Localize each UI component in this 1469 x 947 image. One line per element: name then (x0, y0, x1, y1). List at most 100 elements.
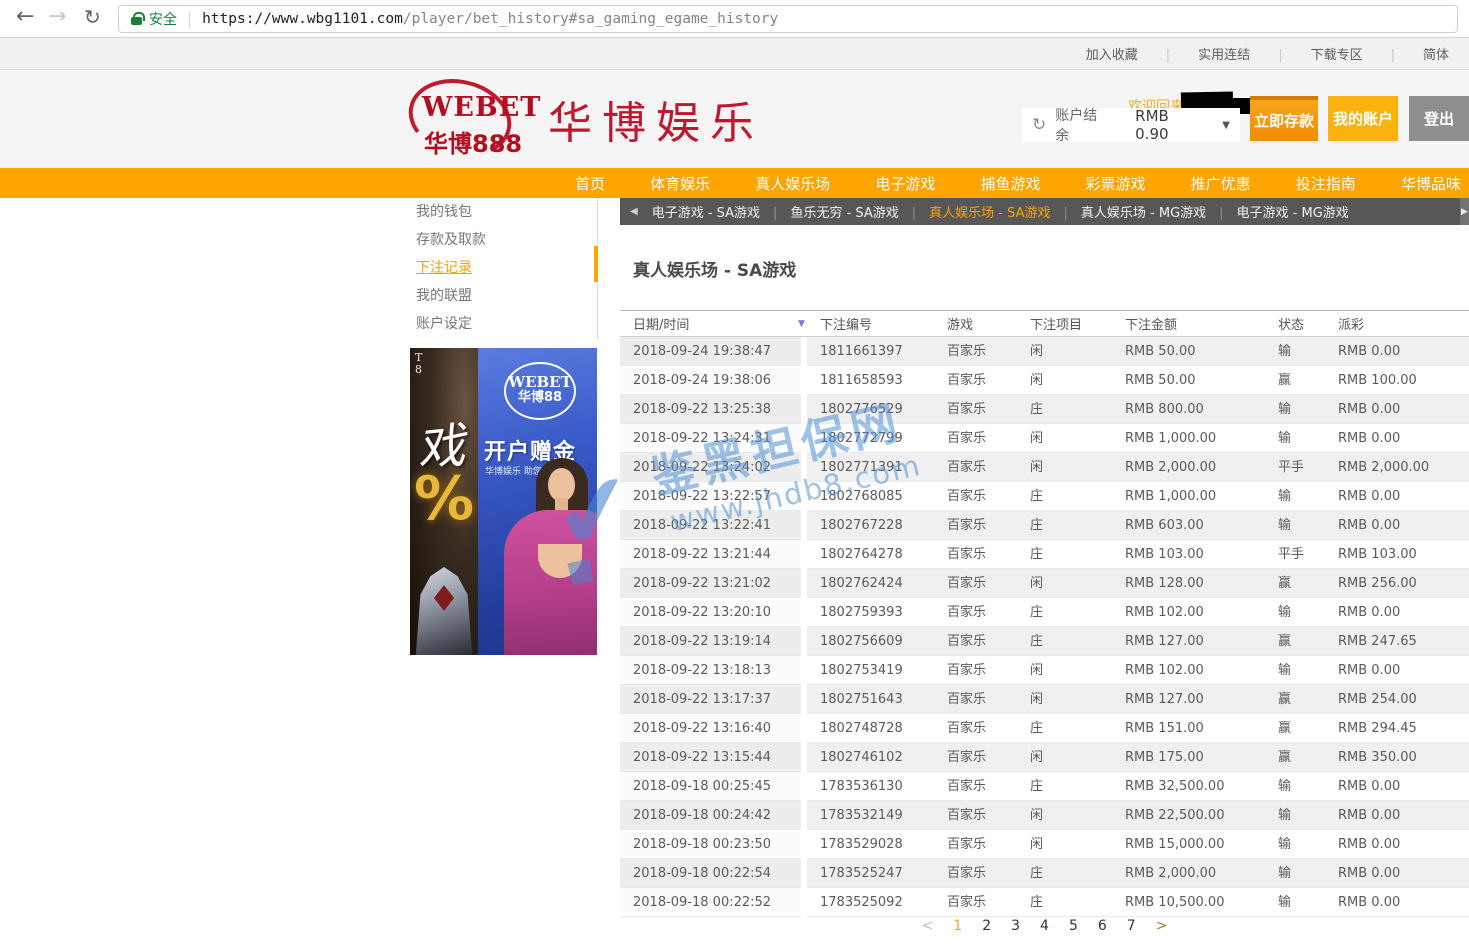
cell-bet-id: 1802771391 (807, 453, 934, 482)
game-tab[interactable]: 鱼乐无穷 - SA游戏 (790, 202, 929, 221)
banner-slide-dark[interactable]: T8 戏 % (410, 348, 478, 655)
cell-datetime: 2018-09-24 19:38:06 (620, 366, 807, 395)
cell-game: 百家乐 (934, 366, 1017, 395)
back-icon[interactable]: ← (16, 4, 34, 29)
table-row: 2018-09-24 19:38:47 1811661397 百家乐 闲 RMB… (620, 337, 1469, 366)
column-header[interactable]: 游戏 (934, 314, 1017, 333)
cell-bet-amount: RMB 128.00 (1112, 569, 1265, 598)
cell-bet-amount: RMB 15,000.00 (1112, 830, 1265, 859)
cell-game: 百家乐 (934, 627, 1017, 656)
utility-link[interactable]: 简体 (1409, 44, 1463, 63)
main-nav-item[interactable]: 推广优惠 (1191, 173, 1251, 194)
cell-bet-item: 闲 (1017, 337, 1112, 366)
main-nav-item[interactable]: 首页 (575, 173, 605, 194)
logout-button[interactable]: 登出 (1409, 96, 1469, 141)
cell-game: 百家乐 (934, 714, 1017, 743)
cell-game: 百家乐 (934, 888, 1017, 917)
site-header: WEBET 华博888 华博娱乐 欢迎回来 ↻ 账户结余 RMB 0.90 ▼ … (0, 70, 1469, 168)
sidebar-item[interactable]: 我的联盟 (416, 285, 472, 305)
game-tab[interactable]: 电子游戏 - SA游戏 (652, 202, 791, 221)
pagination-page[interactable]: 7 (1127, 918, 1136, 934)
cell-datetime: 2018-09-22 13:15:44 (620, 743, 807, 772)
table-row: 2018-09-22 13:22:57 1802768085 百家乐 庄 RMB… (620, 482, 1469, 511)
tab-scroll-left-icon[interactable]: ◀ (630, 206, 638, 217)
main-nav-item[interactable]: 华博品味 (1401, 173, 1461, 194)
address-bar[interactable]: 安全 | https://www.wbg1101.com/player/bet_… (118, 5, 1458, 33)
column-header[interactable]: 下注项目 (1017, 314, 1112, 333)
page-url[interactable]: https://www.wbg1101.com/player/bet_histo… (202, 11, 778, 27)
balance-dropdown[interactable]: ↻ 账户结余 RMB 0.90 ▼ (1022, 108, 1240, 142)
site-logo[interactable]: WEBET 华博888 华博娱乐 (408, 80, 764, 158)
sidebar-active-indicator (594, 246, 598, 282)
pagination-page[interactable]: 1 (953, 918, 962, 934)
column-header[interactable]: 状态 (1265, 314, 1325, 333)
table-row: 2018-09-22 13:22:41 1802767228 百家乐 庄 RMB… (620, 511, 1469, 540)
cell-payout: RMB 0.00 (1325, 656, 1469, 685)
table-row: 2018-09-22 13:24:02 1802771391 百家乐 闲 RMB… (620, 453, 1469, 482)
cell-datetime: 2018-09-22 13:19:14 (620, 627, 807, 656)
main-nav-item[interactable]: 电子游戏 (875, 173, 935, 194)
game-tab[interactable]: 真人娱乐场 - MG游戏 (1081, 202, 1237, 221)
game-tab[interactable]: 真人娱乐场 - SA游戏 (929, 202, 1081, 221)
cell-payout: RMB 350.00 (1325, 743, 1469, 772)
cell-bet-amount: RMB 127.00 (1112, 685, 1265, 714)
game-tab[interactable]: 电子游戏 - MG游戏 (1237, 202, 1349, 221)
column-header[interactable]: 下注金额 (1112, 314, 1265, 333)
cell-datetime: 2018-09-18 00:24:42 (620, 801, 807, 830)
column-header[interactable]: 下注编号 (807, 314, 934, 333)
main-nav-item[interactable]: 捕鱼游戏 (980, 173, 1040, 194)
sort-desc-icon[interactable]: ▼ (798, 319, 805, 329)
my-account-button[interactable]: 我的账户 (1328, 96, 1398, 141)
chevron-down-icon[interactable]: ▼ (1222, 120, 1230, 131)
cell-bet-item: 闲 (1017, 569, 1112, 598)
cell-payout: RMB 0.00 (1325, 424, 1469, 453)
forward-icon[interactable]: → (48, 4, 66, 29)
refresh-balance-icon[interactable]: ↻ (1032, 117, 1046, 134)
utility-link[interactable]: 下载专区 (1297, 44, 1409, 63)
pagination-page[interactable]: 2 (982, 918, 991, 934)
cell-game: 百家乐 (934, 801, 1017, 830)
url-path: /player/bet_history#sa_gaming_egame_hist… (403, 11, 778, 27)
cell-status: 赢 (1265, 366, 1325, 395)
cell-game: 百家乐 (934, 511, 1017, 540)
column-header[interactable]: 派彩 (1325, 314, 1469, 333)
cell-game: 百家乐 (934, 453, 1017, 482)
page-title: 真人娱乐场 - SA游戏 (633, 256, 796, 281)
cell-bet-item: 庄 (1017, 714, 1112, 743)
cell-status: 输 (1265, 801, 1325, 830)
cell-status: 输 (1265, 772, 1325, 801)
sidebar-item[interactable]: 账户设定 (416, 313, 472, 333)
reload-icon[interactable]: ↻ (84, 5, 101, 29)
sidebar-item[interactable]: 下注记录 (416, 257, 472, 277)
main-nav-item[interactable]: 投注指南 (1296, 173, 1356, 194)
table-body: 2018-09-24 19:38:47 1811661397 百家乐 闲 RMB… (620, 337, 1469, 917)
pagination-page[interactable]: 3 (1011, 918, 1020, 934)
cell-datetime: 2018-09-18 00:22:52 (620, 888, 807, 917)
main-nav-item[interactable]: 体育娱乐 (650, 173, 710, 194)
cell-game: 百家乐 (934, 540, 1017, 569)
cell-payout: RMB 0.00 (1325, 482, 1469, 511)
sidebar-item[interactable]: 我的钱包 (416, 201, 472, 221)
pagination-prev[interactable]: < (922, 918, 934, 934)
cell-bet-amount: RMB 10,500.00 (1112, 888, 1265, 917)
cell-bet-amount: RMB 103.00 (1112, 540, 1265, 569)
banner-slide-blue[interactable]: WEBET 华博88 开户赠金 华博娱乐 助您一臂之力 (478, 348, 597, 655)
tab-scroll-right-icon[interactable]: ▶ (1460, 198, 1469, 225)
pagination-page[interactable]: 6 (1098, 918, 1107, 934)
utility-link[interactable]: 加入收藏 (1072, 44, 1184, 63)
main-nav-item[interactable]: 彩票游戏 (1086, 173, 1146, 194)
pagination-page[interactable]: 5 (1069, 918, 1078, 934)
pagination-next[interactable]: > (1156, 918, 1168, 934)
brand-name: 华博娱乐 (548, 87, 764, 151)
main-nav-item[interactable]: 真人娱乐场 (755, 173, 830, 194)
cell-datetime: 2018-09-22 13:24:02 (620, 453, 807, 482)
knight-illustration (413, 567, 475, 655)
deposit-button[interactable]: 立即存款 (1250, 96, 1318, 141)
sidebar-item[interactable]: 存款及取款 (416, 229, 486, 249)
column-header[interactable]: 日期/时间 (620, 314, 807, 333)
utility-link[interactable]: 实用连结 (1184, 44, 1296, 63)
table-row: 2018-09-18 00:22:54 1783525247 百家乐 庄 RMB… (620, 859, 1469, 888)
cell-payout: RMB 103.00 (1325, 540, 1469, 569)
cell-bet-item: 庄 (1017, 627, 1112, 656)
pagination-page[interactable]: 4 (1040, 918, 1049, 934)
